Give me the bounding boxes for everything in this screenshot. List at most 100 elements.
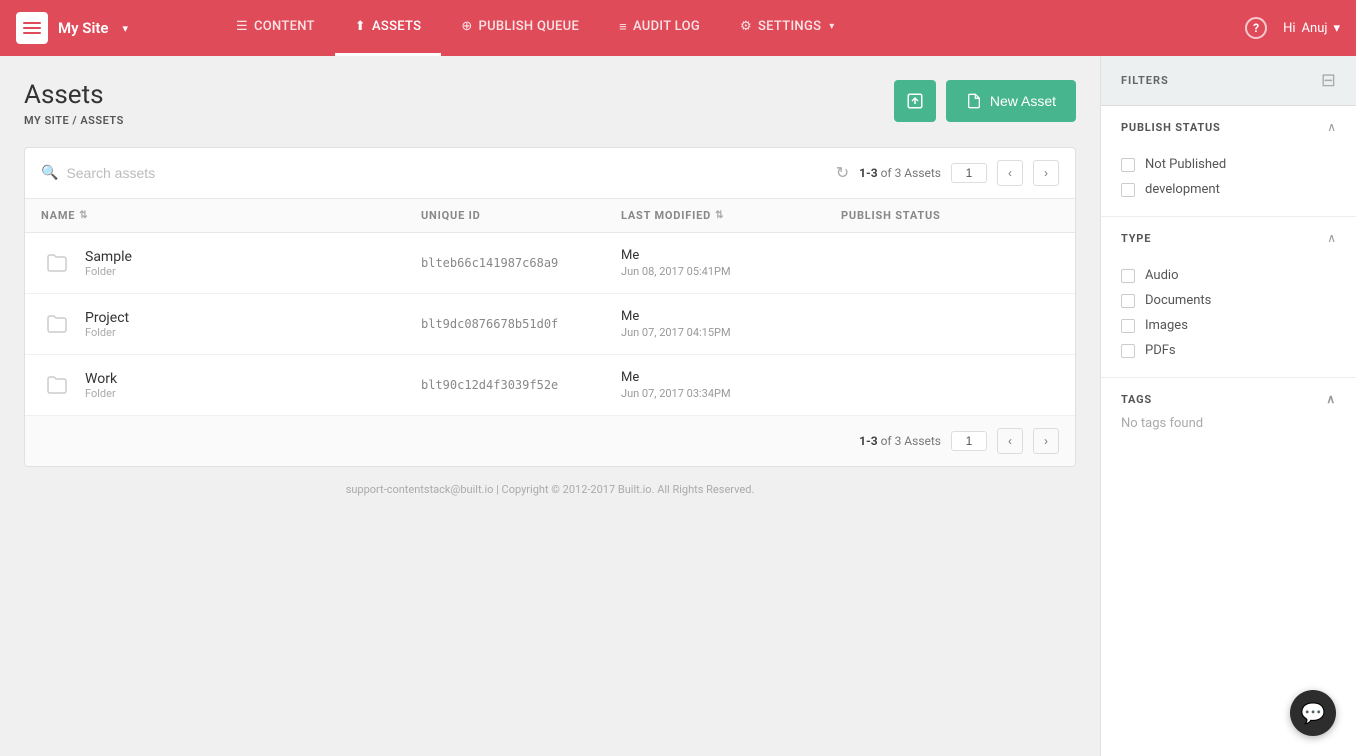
user-greeting: Hi: [1283, 21, 1295, 36]
asset-name-cell: Sample Folder: [41, 247, 421, 279]
table-row[interactable]: Project Folder blt9dc0876678b51d0f Me Ju…: [25, 294, 1075, 355]
unique-id: blt9dc0876678b51d0f: [421, 317, 621, 331]
footer-pagination-info: 1-3 of 3 Assets: [859, 434, 941, 448]
asset-type: Folder: [85, 326, 129, 339]
nav-content-label: CONTENT: [254, 19, 315, 34]
filters-title: FILTERS: [1121, 74, 1169, 87]
filters-sidebar: FILTERS ⊟ PUBLISH STATUS ∧ Not Published…: [1100, 56, 1356, 756]
search-icon: 🔍: [41, 165, 58, 181]
modified-date: Jun 08, 2017 05:41PM: [621, 265, 841, 278]
site-dropdown-icon[interactable]: ▾: [122, 22, 128, 35]
audio-checkbox[interactable]: [1121, 269, 1135, 283]
help-icon[interactable]: ?: [1245, 17, 1267, 39]
publish-status-filter: PUBLISH STATUS ∧ Not Published developme…: [1101, 106, 1356, 217]
user-dropdown-icon: ▾: [1333, 21, 1340, 36]
col-name[interactable]: NAME ⇅: [41, 209, 421, 222]
asset-name: Sample: [85, 249, 132, 265]
nav-item-settings[interactable]: ⚙ SETTINGS ▾: [720, 0, 855, 56]
col-name-label: NAME: [41, 209, 75, 222]
filter-option-pdfs[interactable]: PDFs: [1121, 338, 1336, 363]
nav-assets-label: ASSETS: [372, 19, 421, 34]
refresh-button[interactable]: ↻: [836, 163, 849, 183]
footer-prev-button[interactable]: ‹: [997, 428, 1023, 454]
last-modified: Me Jun 07, 2017 04:15PM: [621, 309, 841, 339]
type-options: Audio Documents Images PDFs: [1101, 259, 1356, 377]
tags-section-header[interactable]: TAGS ∧: [1121, 392, 1336, 406]
development-label: development: [1145, 182, 1220, 197]
search-input-wrap: 🔍: [41, 165, 836, 181]
nav-item-publish-queue[interactable]: ⊕ PUBLISH QUEUE: [441, 0, 599, 56]
folder-icon: [41, 308, 73, 340]
table-row[interactable]: Sample Folder blteb66c141987c68a9 Me Jun…: [25, 233, 1075, 294]
logo-icon[interactable]: [16, 12, 48, 44]
folder-icon: [41, 369, 73, 401]
publish-status-options: Not Published development: [1101, 148, 1356, 216]
type-filter: TYPE ∧ Audio Documents Images P: [1101, 217, 1356, 378]
pdfs-checkbox[interactable]: [1121, 344, 1135, 358]
nav-right: ? Hi Anuj ▾: [1245, 17, 1340, 39]
breadcrumb-current: ASSETS: [80, 114, 123, 127]
next-page-button[interactable]: ›: [1033, 160, 1059, 186]
tags-filter-title: TAGS: [1121, 393, 1152, 406]
nav-item-audit-log[interactable]: ≡ AUDIT LOG: [599, 0, 720, 56]
chat-bubble[interactable]: 💬: [1290, 690, 1336, 736]
footer-page-input[interactable]: [951, 431, 987, 451]
development-checkbox[interactable]: [1121, 183, 1135, 197]
footer-next-button[interactable]: ›: [1033, 428, 1059, 454]
not-published-checkbox[interactable]: [1121, 158, 1135, 172]
filter-option-development[interactable]: development: [1121, 177, 1336, 202]
images-label: Images: [1145, 318, 1188, 333]
prev-page-button[interactable]: ‹: [997, 160, 1023, 186]
table-footer: 1-3 of 3 Assets ‹ ›: [25, 415, 1075, 466]
page-number-input[interactable]: [951, 163, 987, 183]
asset-type: Folder: [85, 265, 132, 278]
last-modified: Me Jun 08, 2017 05:41PM: [621, 248, 841, 278]
user-area[interactable]: Hi Anuj ▾: [1283, 21, 1340, 36]
tags-chevron: ∧: [1326, 392, 1336, 406]
filter-option-images[interactable]: Images: [1121, 313, 1336, 338]
filter-option-documents[interactable]: Documents: [1121, 288, 1336, 313]
table-row[interactable]: Work Folder blt90c12d4f3039f52e Me Jun 0…: [25, 355, 1075, 415]
search-controls: ↻ 1-3 of 3 Assets ‹ ›: [836, 160, 1059, 186]
col-last-modified[interactable]: LAST MODIFIED ⇅: [621, 209, 841, 222]
filters-toggle-icon[interactable]: ⊟: [1321, 70, 1336, 91]
page-title-area: Assets MY SITE / ASSETS: [24, 80, 124, 127]
modified-date: Jun 07, 2017 04:15PM: [621, 326, 841, 339]
page-header: Assets MY SITE / ASSETS: [24, 80, 1076, 127]
footer-pagination-range: 1-3: [859, 434, 878, 448]
pdfs-label: PDFs: [1145, 343, 1176, 358]
audio-label: Audio: [1145, 268, 1178, 283]
nav-item-content[interactable]: ☰ CONTENT: [216, 0, 335, 56]
modified-by: Me: [621, 309, 841, 324]
page-footer: support-contentstack@built.io | Copyrigh…: [24, 467, 1076, 512]
assets-panel: 🔍 ↻ 1-3 of 3 Assets ‹ ›: [24, 147, 1076, 467]
audit-log-nav-icon: ≡: [619, 19, 627, 35]
pagination-range: 1-3: [859, 166, 878, 180]
filter-option-audio[interactable]: Audio: [1121, 263, 1336, 288]
type-chevron: ∧: [1327, 231, 1336, 245]
settings-dropdown-icon: ▾: [829, 21, 834, 32]
header-actions: New Asset: [894, 80, 1076, 122]
publish-queue-nav-icon: ⊕: [461, 19, 472, 34]
asset-type: Folder: [85, 387, 117, 400]
pagination-total: 3 Assets: [895, 166, 941, 180]
new-asset-button[interactable]: New Asset: [946, 80, 1076, 122]
new-asset-label: New Asset: [990, 93, 1056, 109]
last-modified: Me Jun 07, 2017 03:34PM: [621, 370, 841, 400]
images-checkbox[interactable]: [1121, 319, 1135, 333]
type-section-header[interactable]: TYPE ∧: [1101, 217, 1356, 259]
publish-status-section-header[interactable]: PUBLISH STATUS ∧: [1101, 106, 1356, 148]
nav-item-assets[interactable]: ⬆ ASSETS: [335, 0, 442, 56]
nav-audit-log-label: AUDIT LOG: [633, 19, 700, 34]
filter-option-not-published[interactable]: Not Published: [1121, 152, 1336, 177]
documents-checkbox[interactable]: [1121, 294, 1135, 308]
asset-name-cell: Work Folder: [41, 369, 421, 401]
chat-icon: 💬: [1301, 701, 1326, 725]
assets-nav-icon: ⬆: [355, 19, 366, 34]
page-title: Assets: [24, 80, 124, 110]
search-input[interactable]: [66, 165, 835, 181]
main-content: Assets MY SITE / ASSETS: [0, 56, 1100, 756]
page-layout: Assets MY SITE / ASSETS: [0, 56, 1356, 756]
upload-button[interactable]: [894, 80, 936, 122]
publish-status-chevron: ∧: [1327, 120, 1336, 134]
